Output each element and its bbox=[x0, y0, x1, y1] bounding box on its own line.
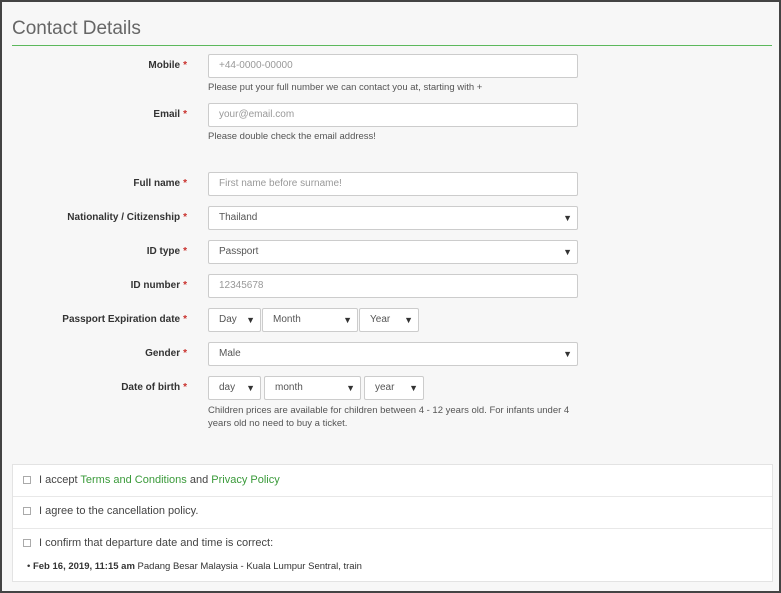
cancellation-checkbox[interactable] bbox=[23, 507, 31, 515]
passport-day-select[interactable]: Day ▼ bbox=[208, 308, 261, 332]
title-divider bbox=[12, 45, 772, 46]
trip-route: Padang Besar Malaysia - Kuala Lumpur Sen… bbox=[137, 561, 362, 572]
passport-year-select[interactable]: Year ▼ bbox=[359, 308, 419, 332]
passport-expiration-label: Passport Expiration date * bbox=[62, 314, 187, 325]
dob-day-value: day bbox=[219, 382, 236, 393]
passport-month-value: Month bbox=[273, 314, 301, 325]
nationality-value: Thailand bbox=[219, 212, 258, 223]
trip-datetime: Feb 16, 2019, 11:15 am bbox=[32, 561, 135, 572]
dob-year-value: year bbox=[375, 382, 395, 393]
nationality-label: Nationality / Citizenship * bbox=[67, 212, 187, 223]
terms-checkbox[interactable] bbox=[23, 476, 31, 484]
chevron-down-icon: ▼ bbox=[563, 247, 572, 257]
email-help-text: Please double check the email address! bbox=[208, 131, 376, 142]
id-type-select[interactable]: Passport ▼ bbox=[208, 240, 578, 264]
mobile-label: Mobile * bbox=[148, 60, 187, 71]
required-asterisk: * bbox=[183, 178, 187, 189]
passport-month-select[interactable]: Month ▼ bbox=[262, 308, 358, 332]
chevron-down-icon: ▼ bbox=[246, 315, 255, 325]
terms-text: I accept Terms and Conditions and Privac… bbox=[39, 474, 280, 486]
chevron-down-icon: ▼ bbox=[409, 383, 418, 393]
mobile-input[interactable]: +44-0000-00000 bbox=[208, 54, 578, 78]
chevron-down-icon: ▼ bbox=[563, 213, 572, 223]
dob-help-text: Children prices are available for childr… bbox=[208, 405, 570, 429]
confirm-checkbox-row: I confirm that departure date and time i… bbox=[13, 529, 772, 582]
required-asterisk: * bbox=[183, 382, 187, 393]
id-type-label: ID type * bbox=[146, 246, 187, 257]
required-asterisk: * bbox=[183, 212, 187, 223]
privacy-link[interactable]: Privacy Policy bbox=[211, 474, 279, 486]
dob-year-select[interactable]: year ▼ bbox=[364, 376, 424, 400]
chevron-down-icon: ▼ bbox=[246, 383, 255, 393]
gender-select[interactable]: Male ▼ bbox=[208, 342, 578, 366]
id-number-label: ID number * bbox=[130, 280, 187, 291]
full-name-input[interactable]: First name before surname! bbox=[208, 172, 578, 196]
full-name-label: Full name * bbox=[133, 178, 187, 189]
cancellation-text: I agree to the cancellation policy. bbox=[39, 505, 199, 517]
required-asterisk: * bbox=[183, 109, 187, 120]
gender-value: Male bbox=[219, 348, 241, 359]
gender-label: Gender * bbox=[145, 348, 187, 359]
terms-link[interactable]: Terms and Conditions bbox=[80, 474, 186, 486]
chevron-down-icon: ▼ bbox=[563, 349, 572, 359]
terms-checkbox-row: I accept Terms and Conditions and Privac… bbox=[13, 465, 772, 496]
nationality-select[interactable]: Thailand ▼ bbox=[208, 206, 578, 230]
required-asterisk: * bbox=[183, 280, 187, 291]
email-label: Email * bbox=[153, 109, 187, 120]
required-asterisk: * bbox=[183, 348, 187, 359]
dob-day-select[interactable]: day ▼ bbox=[208, 376, 261, 400]
contact-form-panel: Contact Details Mobile * +44-0000-00000 P… bbox=[0, 0, 781, 593]
email-input[interactable]: your@email.com bbox=[208, 103, 578, 127]
chevron-down-icon: ▼ bbox=[404, 315, 413, 325]
agreements-panel: I accept Terms and Conditions and Privac… bbox=[12, 464, 773, 582]
confirm-text: I confirm that departure date and time i… bbox=[39, 537, 274, 549]
chevron-down-icon: ▼ bbox=[343, 315, 352, 325]
bullet-icon: • bbox=[27, 561, 31, 572]
id-type-value: Passport bbox=[219, 246, 259, 257]
mobile-help-text: Please put your full number we can conta… bbox=[208, 82, 483, 93]
confirm-checkbox[interactable] bbox=[23, 539, 31, 547]
passport-day-value: Day bbox=[219, 314, 237, 325]
dob-label: Date of birth * bbox=[121, 382, 187, 393]
chevron-down-icon: ▼ bbox=[346, 383, 355, 393]
dob-month-select[interactable]: month ▼ bbox=[264, 376, 361, 400]
required-asterisk: * bbox=[183, 60, 187, 71]
passport-year-value: Year bbox=[370, 314, 391, 325]
cancellation-checkbox-row: I agree to the cancellation policy. bbox=[13, 497, 772, 528]
required-asterisk: * bbox=[183, 314, 187, 325]
dob-month-value: month bbox=[275, 382, 303, 393]
trip-details: • Feb 16, 2019, 11:15 am Padang Besar Ma… bbox=[27, 561, 362, 572]
id-number-input[interactable]: 12345678 bbox=[208, 274, 578, 298]
section-title: Contact Details bbox=[12, 18, 141, 39]
required-asterisk: * bbox=[183, 246, 187, 257]
